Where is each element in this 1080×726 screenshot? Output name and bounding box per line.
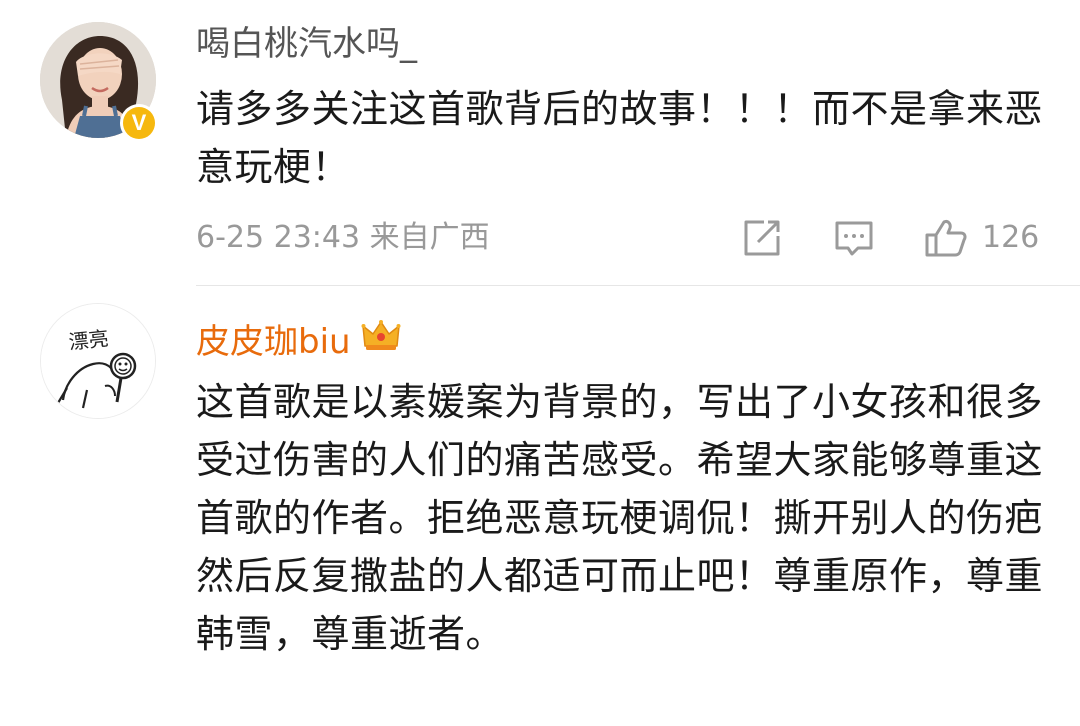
username[interactable]: 皮皮珈biu bbox=[196, 320, 401, 366]
avatar-caption: 漂亮 bbox=[67, 326, 109, 354]
comment-item: V 喝白桃汽水吗_ 请多多关注这首歌背后的故事！！！而不是拿来恶意玩梗！ 6-2… bbox=[0, 0, 1080, 286]
username-label: 皮皮珈biu bbox=[196, 322, 351, 362]
avatar[interactable]: 漂亮 bbox=[40, 303, 156, 419]
crown-icon bbox=[361, 318, 401, 363]
like-button[interactable]: 126 bbox=[924, 218, 1046, 258]
share-icon bbox=[744, 220, 780, 256]
comment-meta-row: 6-25 23:43 来自广西 126 bbox=[196, 216, 1046, 260]
reply-button[interactable] bbox=[834, 218, 874, 258]
comment-item: 漂亮 皮皮珈biu 这首歌是以素媛案为背景的，写出了小女孩和很多受过伤害的人们的… bbox=[0, 287, 1080, 726]
like-count: 126 bbox=[982, 220, 1040, 255]
share-button[interactable] bbox=[742, 218, 782, 258]
verified-badge-icon: V bbox=[120, 104, 158, 142]
comment-text: 这首歌是以素媛案为背景的，写出了小女孩和很多受过伤害的人们的痛苦感受。希望大家能… bbox=[196, 380, 1044, 656]
like-icon bbox=[925, 220, 967, 257]
timestamp-location: 6-25 23:43 来自广西 bbox=[196, 220, 490, 255]
username[interactable]: 喝白桃汽水吗_ bbox=[196, 22, 417, 66]
reply-icon bbox=[835, 221, 873, 256]
divider bbox=[196, 285, 1080, 286]
comment-text: 请多多关注这首歌背后的故事！！！而不是拿来恶意玩梗！ bbox=[196, 87, 1044, 189]
